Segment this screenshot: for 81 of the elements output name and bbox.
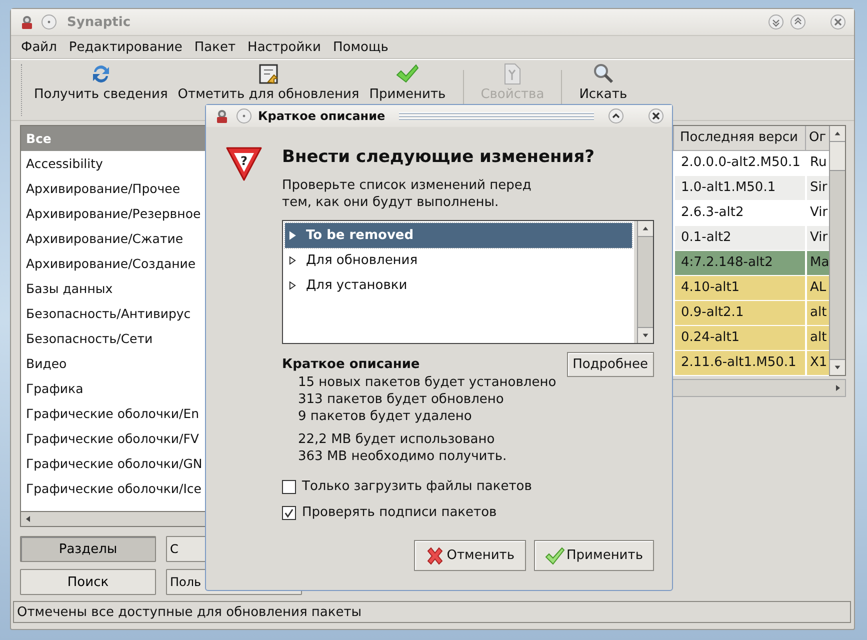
menu-item[interactable]: Файл bbox=[15, 38, 63, 56]
status-text: Отмечены все доступные для обновления пакеты bbox=[17, 604, 362, 620]
tree-item-label: Для установки bbox=[306, 278, 408, 293]
horizontal-scrollbar[interactable] bbox=[20, 512, 206, 527]
scroll-thumb[interactable] bbox=[830, 142, 845, 171]
table-cell: 1.0-alt1.M50.1 bbox=[673, 176, 805, 201]
maximize-button[interactable] bbox=[608, 108, 624, 124]
table-cell: 4.10-alt1 bbox=[673, 276, 805, 301]
table-cell: 4:7.2.148-alt2 bbox=[673, 251, 805, 276]
table-cell: Vir bbox=[805, 226, 829, 251]
section-item[interactable]: Графические оболочки/Ice bbox=[21, 476, 205, 501]
checkbox[interactable] bbox=[282, 506, 296, 520]
table-cell: 0.1-alt2 bbox=[673, 226, 805, 251]
checkbox-label: Только загрузить файлы пакетов bbox=[302, 479, 532, 494]
check-icon bbox=[283, 506, 295, 518]
close-button[interactable] bbox=[648, 108, 664, 124]
question-mark: ? bbox=[240, 154, 248, 168]
summary-line: 22,2 MB будет использовано bbox=[298, 431, 496, 448]
section-item[interactable]: Архивирование/Резервное bbox=[21, 201, 205, 226]
cross-icon bbox=[424, 546, 445, 566]
section-item[interactable]: Accessibility bbox=[21, 151, 205, 176]
menu-item[interactable]: Пакет bbox=[188, 38, 242, 56]
section-item[interactable]: Безопасность/Антивирус bbox=[21, 301, 205, 326]
vertical-scrollbar[interactable] bbox=[637, 221, 653, 343]
table-cell: X1 bbox=[805, 351, 829, 376]
section-item[interactable]: Видео bbox=[21, 351, 205, 376]
tree-item[interactable]: Для установки bbox=[285, 273, 632, 298]
checkbox[interactable] bbox=[282, 480, 296, 494]
window-title: Synaptic bbox=[67, 14, 131, 30]
section-item[interactable]: Архивирование/Прочее bbox=[21, 176, 205, 201]
section-item[interactable]: Графические оболочки/GN bbox=[21, 451, 205, 476]
table-cell: 2.11.6-alt1.M50.1 bbox=[673, 351, 805, 376]
details-button[interactable]: Подробнее bbox=[566, 352, 654, 377]
summary-line: 15 новых пакетов будет установлено bbox=[298, 374, 558, 391]
cancel-button[interactable]: Отменить bbox=[414, 540, 526, 571]
dialog-title: Краткое описание bbox=[258, 109, 386, 123]
scroll-down-icon[interactable] bbox=[833, 363, 842, 372]
table-cell: alt bbox=[805, 301, 829, 326]
expander-icon[interactable] bbox=[289, 281, 296, 290]
summary-line: 9 пакетов будет удалено bbox=[298, 408, 473, 425]
table-cell: alt bbox=[805, 326, 829, 351]
expander-icon[interactable] bbox=[289, 256, 296, 265]
table-cell: Sir bbox=[805, 176, 829, 201]
filter-button[interactable]: Разделы bbox=[20, 536, 156, 562]
dialog-heading: Внести следующие изменения? bbox=[282, 147, 596, 167]
section-item[interactable]: Безопасность/Сети bbox=[21, 326, 205, 351]
dialog-description: Проверьте список изменений перед тем, как они будут выполнены. bbox=[282, 177, 532, 211]
scroll-up-icon[interactable] bbox=[833, 129, 842, 138]
vertical-scrollbar[interactable] bbox=[829, 126, 845, 375]
tree-item-label: To be removed bbox=[306, 228, 414, 243]
tree-item-label: Для обновления bbox=[306, 253, 418, 268]
tree-item[interactable]: Для обновления bbox=[285, 248, 632, 273]
search-icon bbox=[591, 62, 616, 86]
checkmark-icon bbox=[544, 546, 565, 566]
app-icon bbox=[19, 14, 35, 30]
table-cell: Ma bbox=[805, 251, 829, 276]
tree-item[interactable]: To be removed bbox=[285, 223, 632, 248]
reload-tool-button[interactable]: Получить сведения bbox=[29, 60, 173, 120]
app-icon bbox=[214, 108, 230, 124]
section-item[interactable]: Базы данных bbox=[21, 276, 205, 301]
table-cell: 0.24-alt1 bbox=[673, 326, 805, 351]
summary-title: Краткое описание bbox=[282, 357, 420, 372]
table-cell: AL bbox=[805, 276, 829, 301]
menu-item[interactable]: Помощь bbox=[326, 38, 394, 56]
section-item[interactable]: Архивирование/Сжатие bbox=[21, 226, 205, 251]
section-item[interactable]: Графические оболочки/En bbox=[21, 401, 205, 426]
scroll-down-icon[interactable] bbox=[641, 331, 650, 340]
summary-line: 313 пакетов будет обновлено bbox=[298, 391, 505, 408]
section-item[interactable]: Архивирование/Создание bbox=[21, 251, 205, 276]
filter-button[interactable]: Поиск bbox=[20, 569, 156, 595]
menu-item[interactable]: Настройки bbox=[242, 38, 327, 56]
menu-item[interactable]: Редактирование bbox=[62, 38, 188, 56]
section-item[interactable]: Графика bbox=[21, 376, 205, 401]
scroll-up-icon[interactable] bbox=[641, 224, 650, 233]
summary-line: 363 MB необходимо получить. bbox=[298, 448, 508, 465]
table-cell: 0.9-alt2.1 bbox=[673, 301, 805, 326]
checkbox-label: Проверять подписи пакетов bbox=[302, 505, 497, 520]
section-item[interactable]: Графические оболочки/FV bbox=[21, 426, 205, 451]
search-tool-button[interactable]: Искать bbox=[574, 60, 632, 120]
apply-button[interactable]: Применить bbox=[534, 540, 654, 571]
minimize-button[interactable] bbox=[768, 14, 784, 30]
